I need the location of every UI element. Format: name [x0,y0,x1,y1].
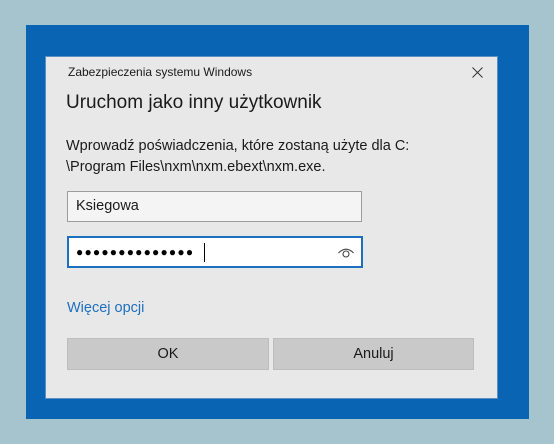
username-field[interactable]: Ksiegowa [67,191,362,222]
text-caret [204,243,205,262]
password-field[interactable]: ●●●●●●●●●●●●●● [67,236,363,268]
eye-icon [338,248,354,258]
description-line-2: \Program Files\nxm\nxm.ebext\nxm.exe. [66,159,326,175]
close-icon [471,66,483,78]
password-value: ●●●●●●●●●●●●●● [76,245,195,259]
dialog-window-title: Zabezpieczenia systemu Windows [68,65,253,79]
cancel-button[interactable]: Anuluj [273,338,474,370]
close-button[interactable] [464,59,490,85]
ok-button[interactable]: OK [67,338,269,370]
more-options-link[interactable]: Więcej opcji [67,300,144,316]
reveal-password-button[interactable] [337,244,355,260]
credential-dialog: Zabezpieczenia systemu Windows Uruchom j… [46,57,497,398]
description-line-1: Wprowadź poświadczenia, które zostaną uż… [66,138,410,154]
dialog-heading: Uruchom jako inny użytkownik [66,92,322,113]
dialog-description: Wprowadź poświadczenia, które zostaną uż… [66,136,486,178]
